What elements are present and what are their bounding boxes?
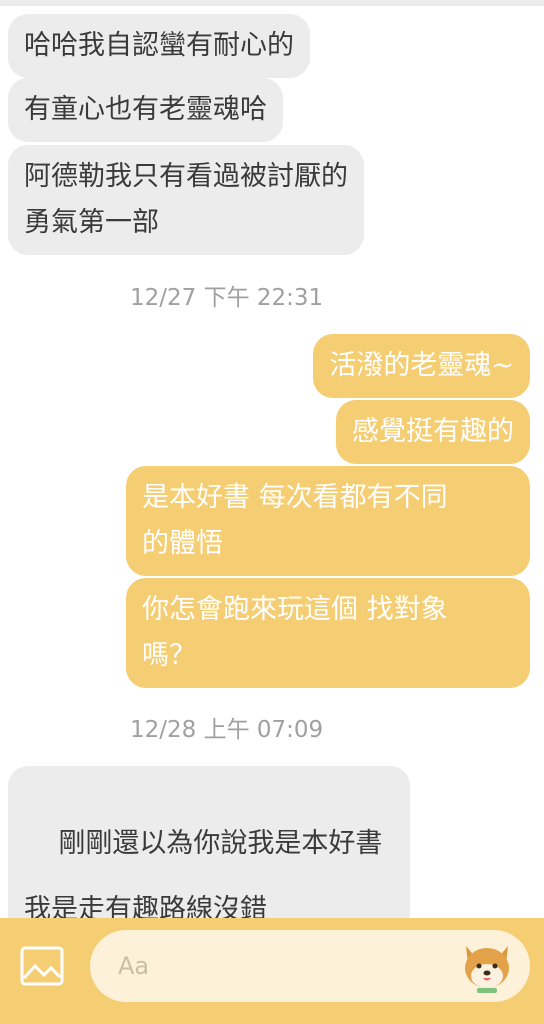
message-input[interactable]: Aa	[90, 930, 530, 1002]
incoming-message[interactable]: 哈哈我自認蠻有耐心的	[8, 14, 310, 78]
incoming-message[interactable]: 我是走有趣路線沒錯	[8, 878, 283, 918]
image-icon[interactable]	[20, 946, 64, 986]
input-placeholder: Aa	[118, 952, 150, 980]
shiba-sticker-icon[interactable]	[458, 936, 516, 996]
message-text: 剛剛還以為你說我是本好書	[58, 828, 383, 859]
outgoing-message[interactable]: 活潑的老靈魂~	[313, 334, 530, 398]
composer-bar: Aa	[0, 918, 544, 1024]
timestamp: 12/28 上午 07:09	[130, 717, 324, 743]
incoming-message[interactable]: 阿德勒我只有看過被討厭的 勇氣第一部	[8, 145, 364, 255]
incoming-message[interactable]: 有童心也有老靈魂哈	[8, 78, 283, 142]
outgoing-message[interactable]: 你怎會跑來玩這個 找對象 嗎？	[126, 578, 530, 688]
outgoing-message[interactable]: 是本好書 每次看都有不同 的體悟	[126, 466, 530, 576]
timestamp: 12/27 下午 22:31	[130, 285, 324, 311]
outgoing-message[interactable]: 感覺挺有趣的	[336, 400, 530, 464]
chat-thread[interactable]: 哈哈我自認蠻有耐心的 有童心也有老靈魂哈 阿德勒我只有看過被討厭的 勇氣第一部 …	[0, 0, 544, 918]
